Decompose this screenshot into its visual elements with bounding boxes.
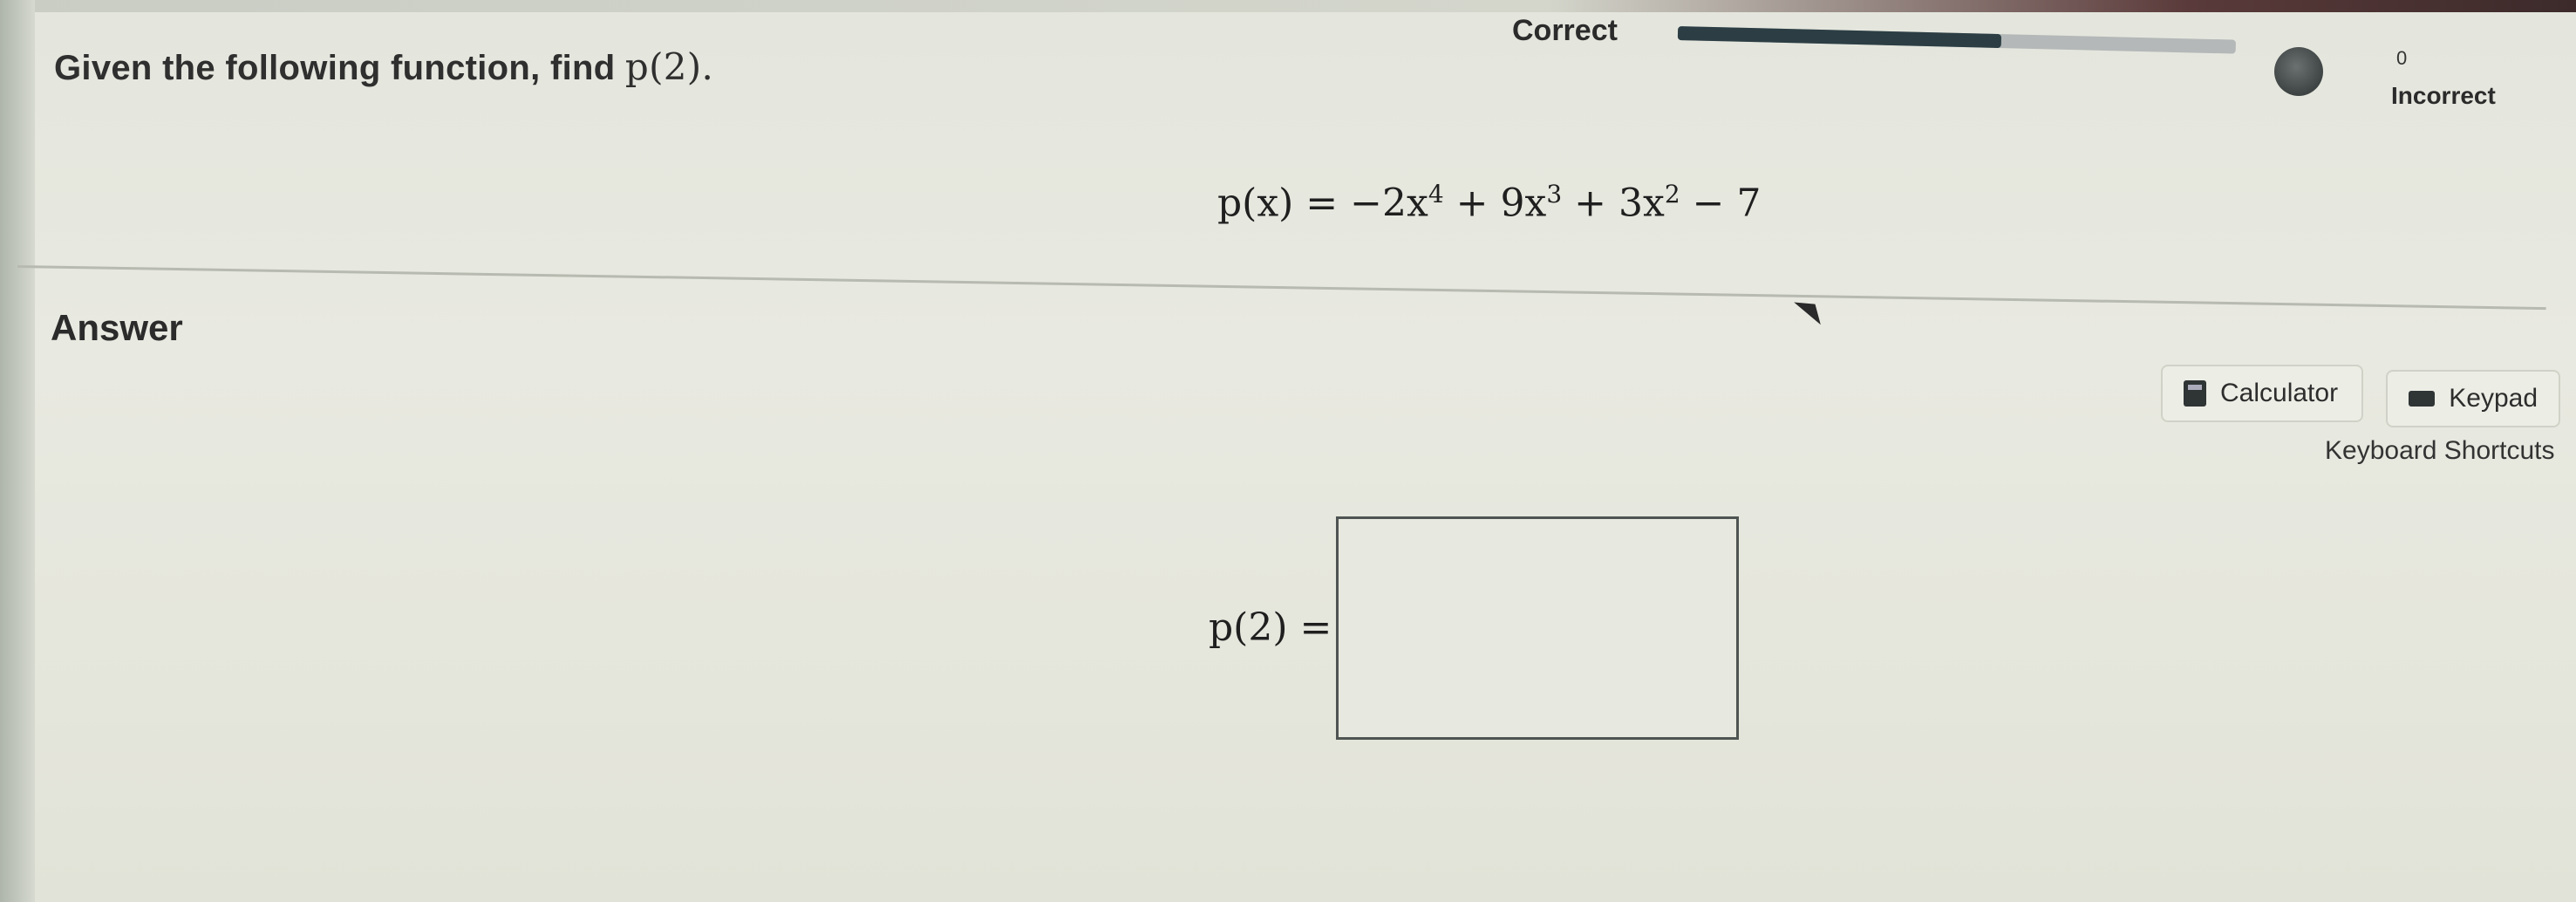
equation-term-1: −2x: [1350, 181, 1428, 226]
equation-exp-1: 4: [1428, 180, 1444, 208]
calculator-button[interactable]: Calculator: [2161, 365, 2363, 422]
equation-term-3: + 3x: [1562, 181, 1665, 226]
equation-lhs: p(x) =: [1217, 181, 1351, 226]
incorrect-count: 0: [2396, 47, 2408, 69]
calculator-icon: [2184, 380, 2206, 407]
keyboard-shortcuts-link[interactable]: Keyboard Shortcuts: [2325, 436, 2554, 466]
equation-term-2: + 9x: [1443, 181, 1547, 226]
calculator-label: Calculator: [2220, 379, 2339, 407]
equation-exp-3: 2: [1664, 180, 1680, 208]
progress-bar: [1677, 26, 2237, 54]
left-edge: [0, 0, 35, 902]
keypad-button[interactable]: Keypad: [2386, 370, 2560, 427]
section-divider: [17, 265, 2546, 311]
top-status-strip: [0, 0, 2576, 12]
correct-label: Correct: [1512, 14, 1618, 47]
progress-ring-icon: [2274, 47, 2323, 96]
keypad-label: Keypad: [2449, 384, 2538, 413]
answer-heading: Answer: [51, 307, 183, 348]
equation-term-4: − 7: [1680, 181, 1762, 226]
question-prompt: Given the following function, find p(2).: [54, 45, 713, 88]
equation-exp-2: 3: [1546, 180, 1563, 208]
progress-bar-fill: [1677, 26, 2002, 49]
answer-input[interactable]: [1336, 516, 1739, 740]
incorrect-label: Incorrect: [2391, 82, 2496, 109]
answer-label: p(2) =: [1209, 605, 1332, 650]
prompt-math: p(2).: [624, 45, 714, 88]
function-equation: p(x) = −2x4 + 9x3 + 3x2 − 7: [1217, 180, 1761, 226]
keypad-icon: [2409, 391, 2436, 407]
prompt-text: Given the following function, find: [54, 49, 616, 87]
